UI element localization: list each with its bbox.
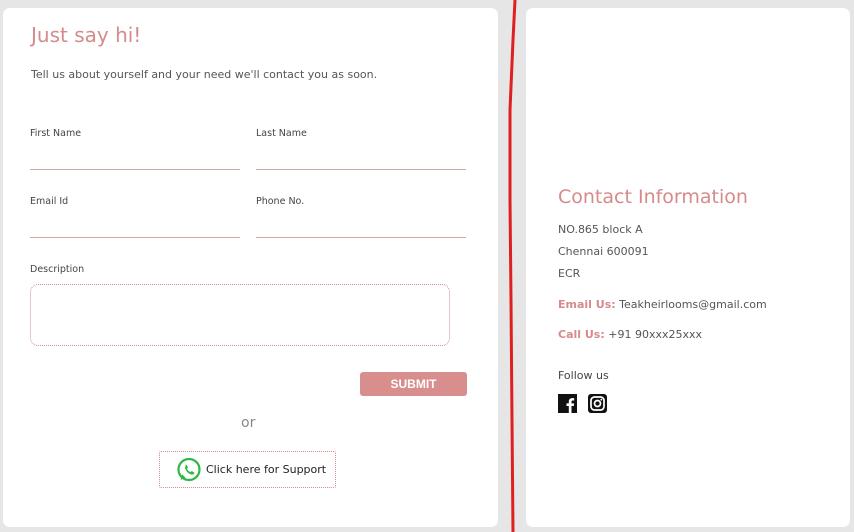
form-subtitle: Tell us about yourself and your need we'… <box>31 68 378 81</box>
last-name-input[interactable] <box>256 153 466 170</box>
call-info: Call Us: +91 90xxx25xxx <box>558 328 702 341</box>
phone-input[interactable] <box>256 221 466 238</box>
email-input[interactable] <box>30 221 240 238</box>
address-line-3: ECR <box>558 267 581 280</box>
call-key: Call Us: <box>558 328 605 341</box>
support-button[interactable]: Click here for Support <box>159 451 336 488</box>
call-value[interactable]: +91 90xxx25xxx <box>608 328 702 341</box>
facebook-icon[interactable] <box>558 394 578 414</box>
email-key: Email Us: <box>558 298 616 311</box>
contact-info-title: Contact Information <box>558 186 748 208</box>
address-line-1: NO.865 block A <box>558 223 643 236</box>
email-value[interactable]: Teakheirlooms@gmail.com <box>619 298 767 311</box>
submit-button[interactable]: SUBMIT <box>360 372 467 396</box>
contact-form-card: Just say hi! Tell us about yourself and … <box>3 8 498 527</box>
support-button-label: Click here for Support <box>206 463 327 476</box>
address-line-2: Chennai 600091 <box>558 245 649 258</box>
description-textarea[interactable] <box>30 284 450 346</box>
red-divider-line <box>508 0 517 532</box>
first-name-input[interactable] <box>30 153 240 170</box>
first-name-label: First Name <box>30 128 82 139</box>
phone-label: Phone No. <box>256 196 305 207</box>
contact-info-card: Contact Information NO.865 block A Chenn… <box>526 8 850 527</box>
email-label: Email Id <box>30 196 69 207</box>
form-title: Just say hi! <box>31 23 142 47</box>
description-label: Description <box>30 264 85 275</box>
instagram-icon[interactable] <box>588 394 608 414</box>
follow-us-label: Follow us <box>558 369 609 382</box>
or-separator: or <box>241 415 256 431</box>
email-info: Email Us: Teakheirlooms@gmail.com <box>558 298 767 311</box>
last-name-label: Last Name <box>256 128 307 139</box>
whatsapp-icon <box>176 457 202 483</box>
